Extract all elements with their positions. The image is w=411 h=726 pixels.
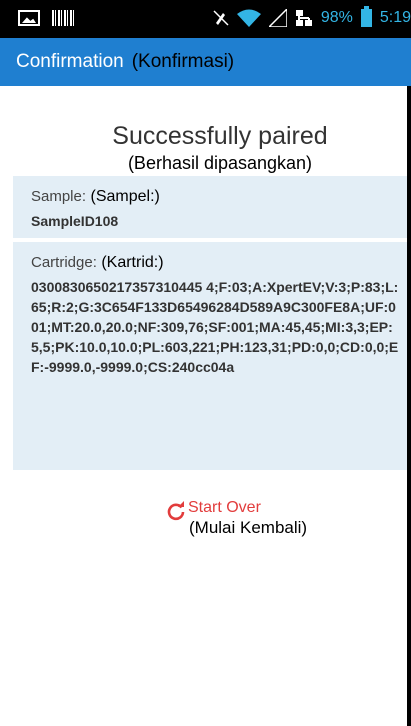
success-message: Successfully paired — [112, 122, 328, 150]
sample-panel: Sample: (Sampel:) SampleID108 — [13, 176, 411, 238]
cartridge-label: Cartridge: — [31, 254, 97, 271]
barcode-icon — [52, 10, 76, 26]
clock: 5:19 — [379, 9, 411, 26]
cartridge-label-translation: (Kartrid:) — [101, 254, 164, 271]
cartridge-value: 0300830650217357310445 4;F:03;A:XpertEV;… — [31, 279, 399, 375]
restart-icon — [167, 501, 185, 521]
battery-icon — [360, 6, 372, 27]
screen: 98% 5:19 Confirmation (Konfirmasi) Succe… — [0, 0, 411, 726]
sample-label: Sample: — [31, 188, 87, 205]
wifi-icon — [236, 9, 261, 27]
network-icon — [295, 10, 312, 26]
battery-percent: 98% — [320, 9, 353, 26]
start-over-label: Start Over — [188, 499, 261, 516]
signal-icon — [268, 9, 287, 27]
sample-label-translation: (Sampel:) — [90, 188, 160, 205]
sample-value: SampleID108 — [31, 213, 119, 229]
status-bar: 98% 5:19 — [0, 0, 411, 38]
success-message-translation: (Berhasil dipasangkan) — [127, 153, 313, 173]
status-bar-right: 98% 5:19 — [213, 6, 411, 27]
mute-icon — [213, 10, 229, 26]
page-title: Confirmation — [16, 51, 124, 72]
page-title-translation: (Konfirmasi) — [131, 51, 235, 72]
status-bar-left — [18, 10, 76, 26]
right-edge — [407, 86, 411, 726]
cartridge-panel: Cartridge: (Kartrid:) 030083065021735731… — [13, 242, 411, 470]
action-bar: Confirmation (Konfirmasi) — [0, 38, 411, 86]
picture-icon — [18, 10, 40, 26]
start-over-translation: (Mulai Kembali) — [189, 518, 308, 537]
success-heading: Successfully paired (Berhasil dipasangka… — [0, 122, 411, 174]
content-area: Successfully paired (Berhasil dipasangka… — [0, 86, 411, 726]
